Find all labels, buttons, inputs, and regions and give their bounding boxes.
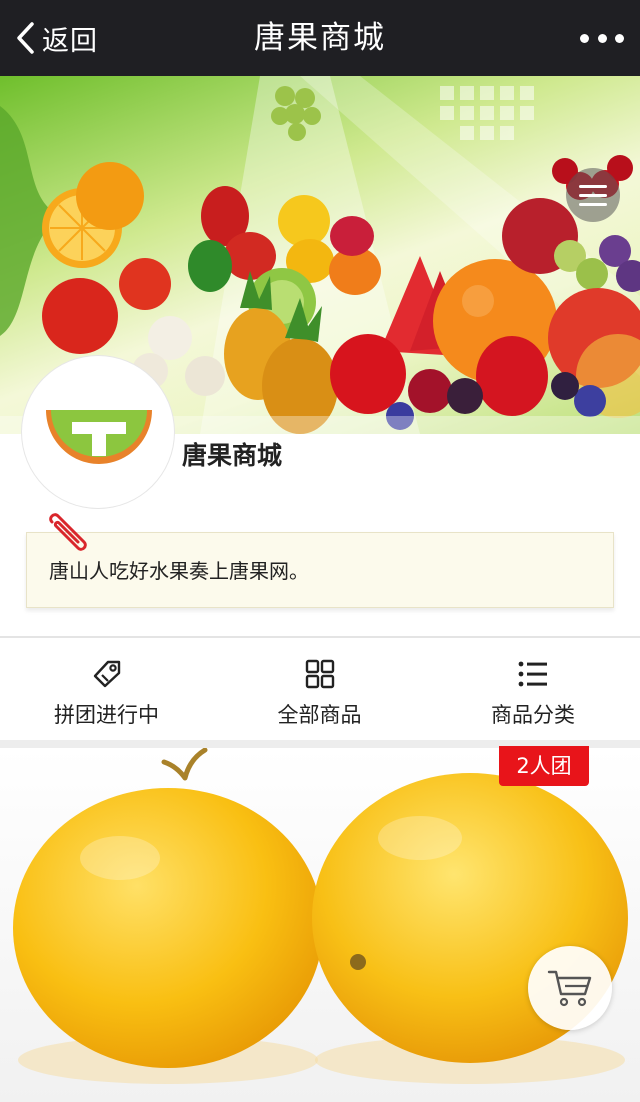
shopping-cart-icon — [547, 970, 592, 1007]
page-title: 唐果商城 — [254, 20, 386, 56]
grid-icon — [305, 659, 334, 689]
shop-navigation: 拼团进行中 全部商品 商品分类 — [0, 638, 640, 740]
hamburger-line — [579, 202, 607, 206]
hamburger-line — [579, 193, 607, 197]
nav-label: 拼团进行中 — [54, 703, 159, 727]
shop-name: 唐果商城 — [182, 441, 283, 470]
group-size-badge: 2人团 — [499, 746, 589, 786]
dot-icon — [580, 33, 589, 43]
product-card-image[interactable] — [0, 748, 640, 1102]
dot-icon — [615, 33, 624, 43]
list-icon — [518, 661, 547, 687]
tag-icon — [93, 660, 120, 688]
hamburger-line — [579, 184, 607, 188]
dot-icon — [597, 33, 607, 43]
paperclip-icon — [49, 513, 87, 551]
nav-label: 全部商品 — [277, 703, 362, 727]
melon-product-photo — [0, 748, 640, 1102]
more-options-button[interactable] — [580, 24, 624, 52]
shop-notice: 唐山人吃好水果奏上唐果网。 — [26, 532, 614, 608]
shop-logo-avatar — [22, 356, 174, 508]
nav-group-buying[interactable]: 拼团进行中 — [0, 638, 213, 740]
top-navigation-bar: 返回 唐果商城 — [0, 0, 640, 76]
shop-logo-icon — [46, 410, 152, 464]
cart-button[interactable] — [528, 946, 612, 1030]
nav-label: 商品分类 — [491, 703, 575, 727]
nav-categories[interactable]: 商品分类 — [426, 638, 640, 740]
nav-all-products[interactable]: 全部商品 — [213, 638, 426, 740]
menu-button[interactable] — [566, 168, 620, 222]
